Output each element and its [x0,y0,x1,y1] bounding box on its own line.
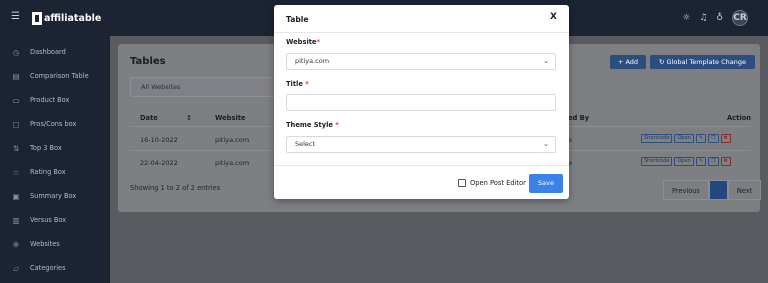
sort-icon: ↕ [186,114,192,122]
menu-icon[interactable]: ☰ [11,11,23,23]
versus-icon: ▥ [12,215,20,225]
column-header-action: Action [727,114,751,122]
sidebar: ◷ Dashboard ▤ Comparison Table ▭ Product Bo… [0,36,110,283]
sidebar-item-dashboard[interactable]: ◷ Dashboard [11,46,66,58]
sidebar-item-summary[interactable]: ▣ Summary Box [11,190,76,202]
row-actions: Shortcode Open ✎ ❐ ✖ [641,157,731,166]
divider [274,32,569,33]
open-button[interactable]: Open [674,134,694,143]
theme-style-select[interactable]: Select ⌄ [286,136,556,153]
star-icon: ☆ [12,167,20,177]
table-modal: Table X Website* pitiya.com ⌄ Title * The… [274,5,569,199]
sidebar-item-pros-cons[interactable]: ▢ Pros/Cons box [11,118,76,130]
website-filter[interactable]: All Websites [130,77,280,97]
logo-mark [32,11,42,25]
website-label: Website* [286,38,320,46]
chevron-down-icon: ⌄ [543,57,549,65]
shortcode-button[interactable]: Shortcode [641,134,673,143]
save-button[interactable]: Save [529,174,563,193]
global-template-button[interactable]: ↻ Global Template Change [650,55,755,69]
box-icon: ▭ [12,95,20,105]
sidebar-item-label: Versus Box [30,216,67,224]
avatar[interactable]: CR [732,10,748,26]
close-icon[interactable]: X [550,12,557,22]
column-header-date[interactable]: Date ↕ [140,114,192,122]
entries-info: Showing 1 to 2 of 2 entries [130,184,221,192]
row-website: pitiya.com [215,159,250,167]
sidebar-item-label: Product Box [30,96,70,104]
delete-icon[interactable]: ✖ [720,157,731,166]
sun-icon[interactable]: ☼ [682,11,690,25]
copy-icon[interactable]: ❐ [708,134,719,143]
sidebar-item-label: Summary Box [30,192,77,200]
sidebar-item-categories[interactable]: ▱ Categories [11,262,66,274]
app-logo[interactable]: affiliatable [32,11,101,25]
row-date: 22-04-2022 [140,159,178,167]
modal-title: Table [286,15,309,24]
table-icon: ▤ [12,71,20,81]
chevron-down-icon: ⌄ [543,140,549,148]
row-actions: Shortcode Open ✎ ❐ ✖ [641,134,731,143]
global-template-label: Global Template Change [666,58,746,66]
logo-text: affiliatable [44,12,102,24]
open-button[interactable]: Open [674,157,694,166]
bell-icon[interactable]: ♫ [699,11,707,25]
pros-cons-icon: ▢ [12,119,20,129]
sidebar-item-versus[interactable]: ▥ Versus Box [11,214,66,226]
title-input[interactable] [286,94,556,111]
summary-icon: ▣ [12,191,20,201]
sidebar-item-product-box[interactable]: ▭ Product Box [11,94,69,106]
edit-icon[interactable]: ✎ [695,134,707,143]
sidebar-item-label: Dashboard [30,48,66,56]
lightbulb-icon[interactable]: ♁ [716,11,723,25]
sidebar-item-websites[interactable]: ⊕ Websites [11,238,60,250]
top3-icon: ⇅ [12,143,20,153]
page-1-button[interactable]: 1 [708,180,728,200]
previous-page-button[interactable]: Previous [663,180,709,200]
website-select[interactable]: pitiya.com ⌄ [286,53,556,70]
next-page-button[interactable]: Next [727,180,762,200]
open-post-editor-label: Open Post Editor [470,179,526,187]
add-button[interactable]: + Add [610,55,646,69]
row-date: 16-10-2022 [140,136,178,144]
globe-icon: ⊕ [12,239,20,249]
title-label: Title * [286,80,309,88]
sidebar-item-label: Pros/Cons box [30,120,77,128]
sidebar-item-rating[interactable]: ☆ Rating Box [11,166,66,178]
gauge-icon: ◷ [12,47,20,57]
sidebar-item-label: Rating Box [30,168,66,176]
column-header-website[interactable]: Website [215,114,245,122]
refresh-icon: ↻ [659,58,665,66]
sidebar-item-label: Top 3 Box [30,144,62,152]
delete-icon[interactable]: ✖ [720,134,731,143]
pagination: Previous 1 Next [663,180,762,200]
sidebar-item-label: Comparison Table [30,72,89,80]
top-actions: ☼ ♫ ♁ CR [682,10,748,26]
sidebar-item-comparison-table[interactable]: ▤ Comparison Table [11,70,89,82]
shortcode-button[interactable]: Shortcode [641,157,673,166]
open-post-editor-checkbox[interactable] [458,179,466,187]
folder-icon: ▱ [13,263,19,273]
sidebar-item-label: Categories [30,264,66,272]
row-website: pitiya.com [215,136,250,144]
edit-icon[interactable]: ✎ [695,157,707,166]
column-header-created-by[interactable]: ed By [568,114,589,122]
sidebar-item-top-3[interactable]: ⇅ Top 3 Box [11,142,62,154]
copy-icon[interactable]: ❐ [708,157,719,166]
page-title: Tables [130,56,166,67]
theme-style-label: Theme Style * [286,121,339,129]
divider [274,165,569,166]
sidebar-item-label: Websites [30,240,60,248]
